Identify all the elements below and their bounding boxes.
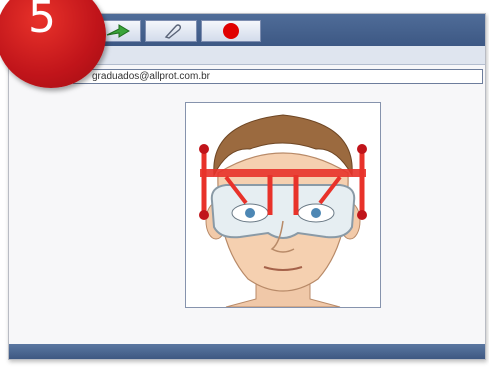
- email-field[interactable]: graduados@allprot.com.br: [73, 69, 483, 84]
- record-button[interactable]: [201, 20, 261, 42]
- arrow-icon: [106, 24, 130, 38]
- bottom-bar: [9, 344, 485, 359]
- eraser-button[interactable]: [145, 20, 197, 42]
- eraser-icon: [164, 24, 182, 39]
- face-image: [185, 102, 381, 308]
- email-value: graduados@allprot.com.br: [92, 71, 210, 82]
- step-number: 5: [28, 0, 56, 43]
- record-icon: [223, 23, 239, 39]
